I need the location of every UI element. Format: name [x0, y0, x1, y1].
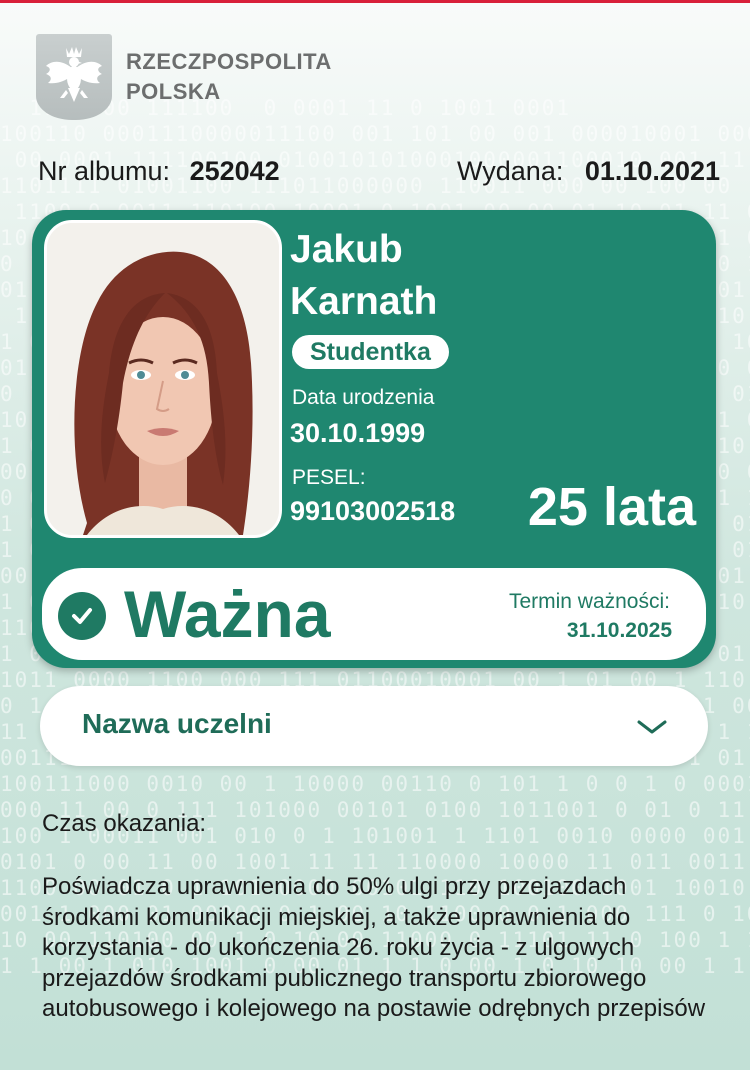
- album-value: 252042: [189, 156, 280, 186]
- student-name: Jakub Karnath: [290, 224, 437, 328]
- issued-value: 01.10.2021: [584, 156, 720, 186]
- white-eagle-emblem-icon: [36, 34, 112, 120]
- entitlement-description: Poświadcza uprawnienia do 50% ulgi przy …: [42, 873, 706, 1022]
- expiry-value: 31.10.2025: [566, 619, 672, 642]
- info-row: Nr albumu: 252042 Wydana: 01.10.2021: [38, 156, 720, 190]
- role-badge: Studentka: [292, 335, 449, 369]
- pesel-label: PESEL:: [292, 466, 366, 489]
- header: RZECZPOSPOLITA POLSKA: [36, 34, 332, 120]
- validity-status-box: Ważna Termin ważności: 31.10.2025: [42, 568, 706, 660]
- first-name: Jakub: [290, 228, 403, 271]
- age-value: 25 lata: [527, 477, 696, 537]
- university-dropdown-label: Nazwa uczelni: [82, 708, 272, 739]
- dob-label: Data urodzenia: [292, 386, 435, 409]
- issue-date: Wydana: 01.10.2021: [457, 156, 720, 187]
- country-name: RZECZPOSPOLITA POLSKA: [126, 47, 332, 107]
- display-time-label: Czas okazania:: [42, 810, 207, 837]
- expiry-label: Termin ważności:: [508, 590, 670, 613]
- issued-label: Wydana:: [457, 156, 564, 186]
- last-name: Karnath: [290, 280, 438, 323]
- top-accent-line: [0, 0, 750, 3]
- check-circle-icon: [58, 592, 106, 640]
- album-label: Nr albumu:: [38, 156, 171, 186]
- university-name-dropdown[interactable]: Nazwa uczelni: [40, 686, 708, 766]
- pesel-value: 99103002518: [290, 496, 456, 526]
- dob-value: 30.10.1999: [290, 418, 426, 448]
- country-name-line2: POLSKA: [126, 79, 221, 104]
- validity-status: Ważna: [124, 577, 331, 651]
- country-name-line1: RZECZPOSPOLITA: [126, 49, 332, 74]
- portrait-photo: [44, 220, 282, 538]
- student-id-card: Jakub Karnath Studentka Data urodzenia 3…: [32, 210, 716, 668]
- chevron-down-icon[interactable]: [636, 718, 668, 741]
- album-number: Nr albumu: 252042: [38, 156, 280, 187]
